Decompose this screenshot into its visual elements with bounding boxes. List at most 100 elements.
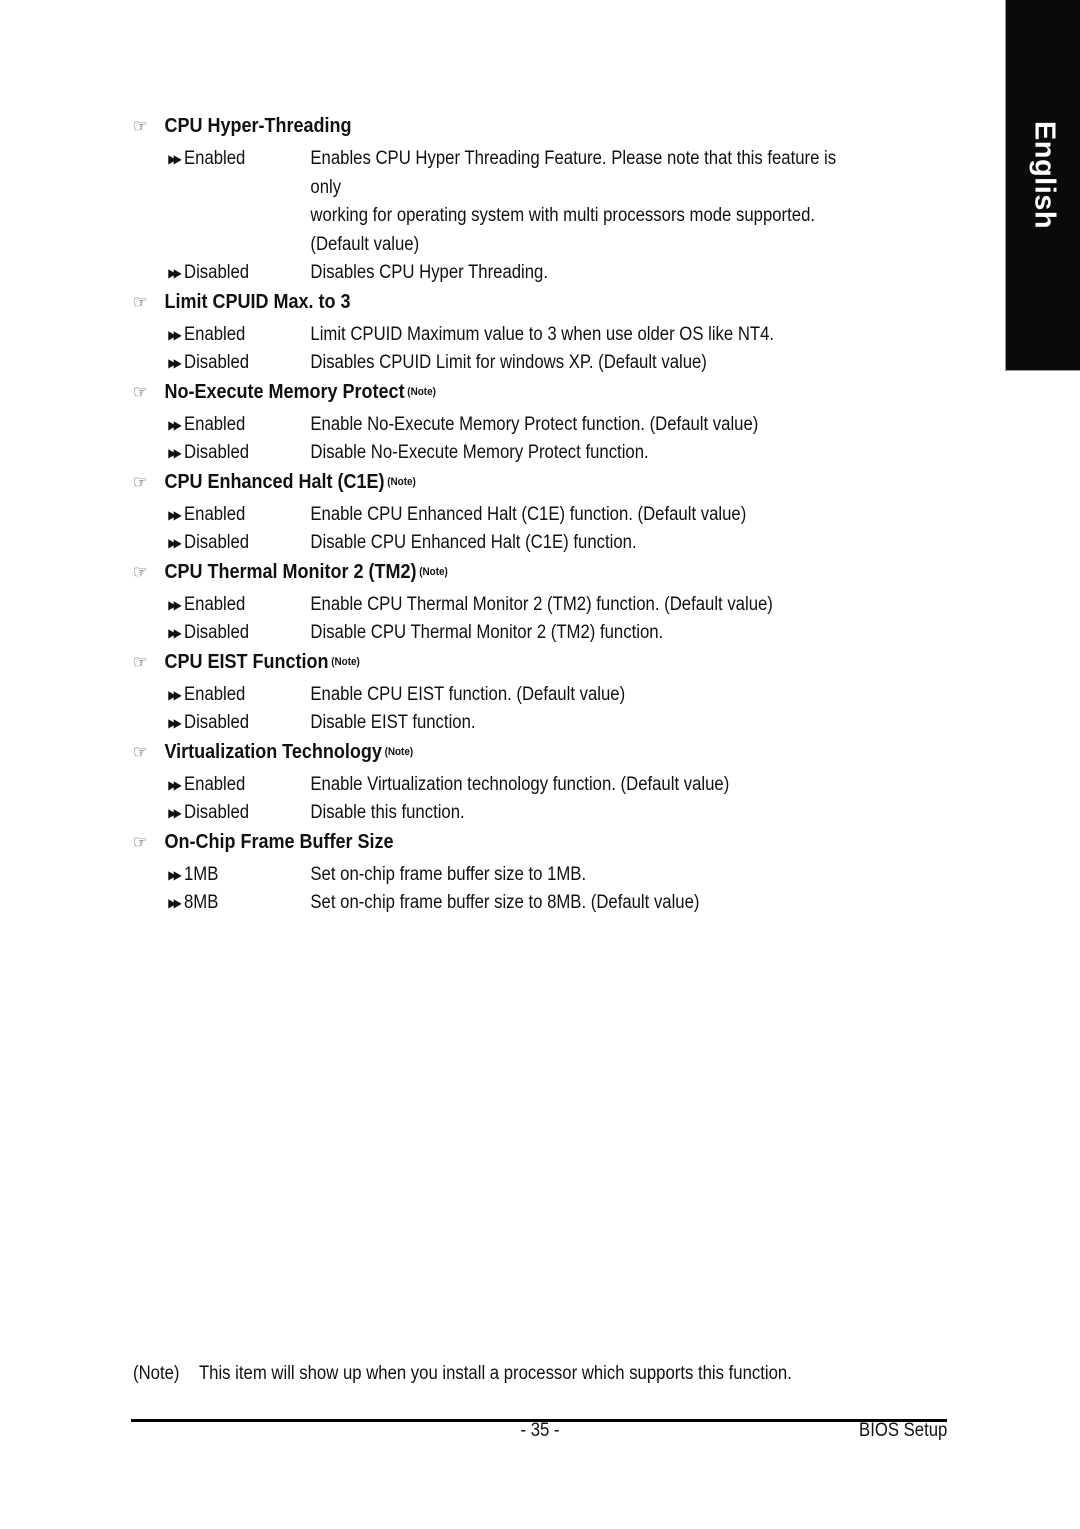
double-arrow-icon: ▶▶ [168, 417, 182, 432]
footnote: (Note) This item will show up when you i… [133, 1363, 792, 1385]
option-description: Set on-chip frame buffer size to 1MB. [310, 863, 587, 885]
double-arrow-icon: ▶▶ [168, 687, 182, 702]
option-row: ▶▶ Disabled Disable No-Execute Memory Prot… [133, 439, 863, 468]
footer-title: BIOS Setup [858, 1420, 947, 1441]
option-description: Disables CPU Hyper Threading. [310, 262, 549, 283]
option-label: Disabled [183, 262, 250, 283]
option-row: ▶▶ Disabled Disable EIST function. [133, 709, 863, 738]
pointing-hand-icon: ☞ [133, 651, 148, 672]
setting-title: On-Chip Frame Buffer Size [164, 830, 394, 853]
option-row: working for operating system with multi … [133, 202, 863, 231]
bios-setting-section: ☞ No-Execute Memory Protect (Note) ▶▶ Enable… [133, 378, 963, 468]
setting-heading: ☞ CPU Enhanced Halt (C1E) (Note) [133, 468, 880, 501]
setting-title: CPU EIST Function [164, 650, 329, 673]
option-description: Enable CPU Thermal Monitor 2 (TM2) funct… [310, 593, 773, 615]
option-row: ▶▶ Disabled Disable CPU Thermal Monitor 2 … [133, 619, 863, 648]
option-description: Disable CPU Enhanced Halt (C1E) function… [310, 532, 637, 553]
bios-setting-section: ☞ CPU Thermal Monitor 2 (TM2) (Note) ▶▶ Enab… [133, 558, 963, 648]
option-row: ▶▶ 8MB Set on-chip frame buffer size to 8M… [133, 889, 863, 918]
setting-title: CPU Thermal Monitor 2 (TM2) [164, 560, 417, 583]
double-arrow-icon: ▶▶ [168, 446, 182, 460]
pointing-hand-icon: ☞ [133, 561, 148, 582]
setting-heading: ☞ CPU EIST Function (Note) [133, 648, 880, 681]
option-label: Enabled [183, 413, 246, 435]
setting-heading: ☞ No-Execute Memory Protect (Note) [133, 378, 880, 411]
setting-title: CPU Enhanced Halt (C1E) [164, 470, 385, 493]
double-arrow-icon [168, 202, 184, 231]
double-arrow-icon: ▶▶ [168, 536, 182, 550]
language-tab: English [1005, 0, 1080, 371]
option-label: Disabled [183, 442, 250, 463]
option-row: ▶▶ Enabled Enable CPU EIST function. (Defa… [133, 681, 863, 710]
option-row: ▶▶ Disabled Disables CPUID Limit for windo… [133, 349, 863, 378]
option-row: ▶▶ Enabled Limit CPUID Maximum value to 3 … [133, 321, 863, 350]
bios-setting-section: ☞ On-Chip Frame Buffer Size ▶▶ 1MB Set on-ch… [133, 828, 963, 918]
bios-setting-section: ☞ CPU EIST Function (Note) ▶▶ Enabled Enable … [133, 648, 963, 738]
bios-setting-section: ☞ Virtualization Technology (Note) ▶▶ Enable… [133, 738, 963, 828]
double-arrow-icon: ▶▶ [168, 327, 182, 342]
pointing-hand-icon: ☞ [133, 381, 148, 402]
option-label [184, 202, 310, 231]
double-arrow-icon: ▶▶ [168, 626, 182, 640]
note-superscript: (Note) [419, 565, 448, 578]
option-label: Enabled [183, 773, 246, 795]
footnote-tag: (Note) [133, 1363, 180, 1384]
note-superscript: (Note) [407, 385, 436, 398]
option-row: ▶▶ Enabled Enable CPU Thermal Monitor 2 (T… [133, 591, 863, 620]
option-description: Disables CPUID Limit for windows XP. (De… [310, 352, 707, 373]
note-superscript: (Note) [384, 745, 414, 758]
option-description: Set on-chip frame buffer size to 8MB. (D… [310, 892, 700, 913]
option-row: ▶▶ Disabled Disable CPU Enhanced Halt (C1E… [133, 529, 863, 558]
option-label: Disabled [183, 622, 250, 643]
setting-title: CPU Hyper-Threading [164, 115, 352, 137]
option-label: Disabled [183, 532, 250, 553]
setting-heading: ☞ Virtualization Technology (Note) [133, 738, 880, 771]
option-description: Enable No-Execute Memory Protect functio… [310, 413, 759, 435]
option-description: Enable CPU EIST function. (Default value… [310, 683, 626, 705]
pointing-hand-icon: ☞ [133, 471, 148, 492]
option-description: Disable this function. [310, 802, 465, 823]
option-row: ▶▶ Enabled Enable CPU Enhanced Halt (C1E) … [133, 501, 863, 530]
option-description: Disable CPU Thermal Monitor 2 (TM2) func… [310, 622, 664, 643]
option-row: ▶▶ Disabled Disables CPU Hyper Threading. [133, 259, 863, 288]
setting-heading: ☞ CPU Thermal Monitor 2 (TM2) (Note) [133, 558, 880, 591]
double-arrow-icon: ▶▶ [168, 597, 182, 612]
bios-setting-section: ☞ CPU Enhanced Halt (C1E) (Note) ▶▶ Enabled E… [133, 468, 963, 558]
pointing-hand-icon: ☞ [133, 291, 148, 312]
language-tab-label: English [1028, 120, 1060, 230]
pointing-hand-icon: ☞ [133, 741, 148, 762]
option-description: Disable EIST function. [310, 712, 476, 733]
option-row: ▶▶ Enabled Enables CPU Hyper Threading Fea… [133, 145, 863, 202]
pointing-hand-icon: ☞ [133, 116, 148, 136]
double-arrow-icon: ▶▶ [168, 777, 182, 792]
option-label: 1MB [183, 863, 219, 885]
option-label: Disabled [183, 802, 250, 823]
double-arrow-icon: ▶▶ [168, 896, 182, 910]
option-description: Disable No-Execute Memory Protect functi… [310, 442, 649, 463]
option-description: (Default value) [310, 233, 420, 255]
option-row: ▶▶ Disabled Disable this function. [133, 799, 863, 828]
option-description: Enable CPU Enhanced Halt (C1E) function.… [310, 503, 747, 525]
setting-title: Limit CPUID Max. to 3 [164, 290, 351, 313]
setting-heading: ☞ CPU Hyper-Threading [133, 112, 880, 145]
option-label: Enabled [183, 323, 246, 345]
page-number: - 35 - [520, 1420, 560, 1441]
pointing-hand-icon: ☞ [133, 831, 148, 852]
double-arrow-icon: ▶▶ [168, 266, 182, 280]
note-superscript: (Note) [387, 475, 416, 488]
bios-options-list: ☞ CPU Hyper-Threading ▶▶ Enabled Enables CPU… [133, 112, 963, 918]
option-description: Enable Virtualization technology functio… [310, 773, 730, 795]
option-label [184, 231, 310, 260]
option-description: working for operating system with multi … [310, 205, 816, 226]
double-arrow-icon: ▶▶ [168, 507, 182, 522]
option-description: Limit CPUID Maximum value to 3 when use … [310, 323, 775, 345]
bios-setting-section: ☞ CPU Hyper-Threading ▶▶ Enabled Enables CPU… [133, 112, 963, 288]
double-arrow-icon: ▶▶ [168, 867, 182, 882]
option-label: Enabled [183, 148, 246, 169]
bios-setting-section: ☞ Limit CPUID Max. to 3 ▶▶ Enabled Limit CPU… [133, 288, 963, 378]
option-label: Disabled [183, 712, 250, 733]
option-row: ▶▶ 1MB Set on-chip frame buffer size to 1M… [133, 861, 863, 890]
option-row: ▶▶ Enabled Enable Virtualization technolog… [133, 771, 863, 800]
double-arrow-icon: ▶▶ [168, 806, 182, 820]
option-row: (Default value) [133, 231, 863, 260]
